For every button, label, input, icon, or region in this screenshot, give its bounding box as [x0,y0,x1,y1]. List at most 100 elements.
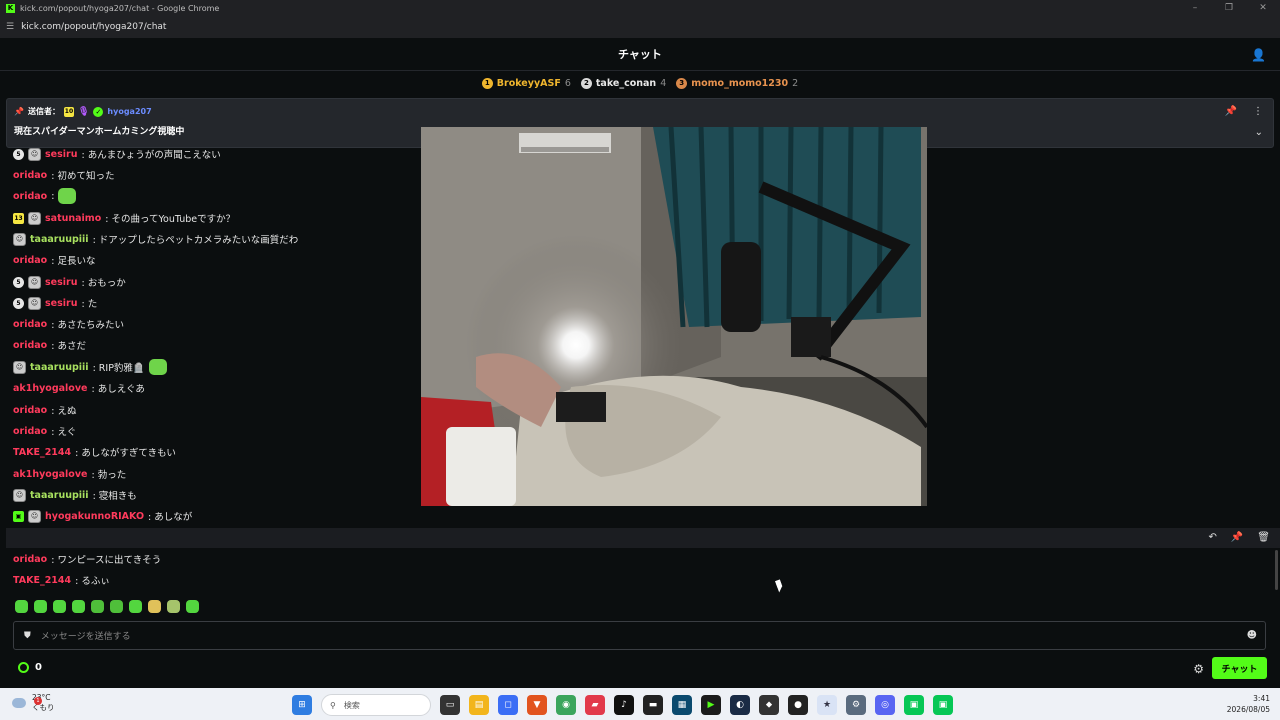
chat-message[interactable]: oridao: 足長いな [13,251,95,269]
taskbar-clock[interactable]: 3:41 2026/08/05 [1227,693,1270,715]
message-input[interactable]: ⛊ メッセージを送信する ☻ [13,621,1266,650]
chat-username[interactable]: oridao [13,554,47,565]
chat-message[interactable]: 5 ☺ sesiru: おもっか [13,273,126,291]
file-explorer-icon[interactable]: ▤ [469,695,489,715]
send-chat-button[interactable]: チャット [1212,657,1267,679]
more-options-icon[interactable]: ⋮ [1253,106,1263,117]
chat-username[interactable]: TAKE_2144 [13,447,71,458]
message-input-placeholder[interactable]: メッセージを送信する [41,629,131,642]
chat-username[interactable]: oridao [13,191,47,202]
line-active-icon[interactable]: ▣ [933,695,953,715]
chat-username[interactable]: hyogakunnoRIAKO [45,511,144,522]
app-dark-icon[interactable]: ⬥ [759,695,779,715]
quick-emote-icon[interactable] [148,600,161,613]
chat-username[interactable]: oridao [13,426,47,437]
chat-username[interactable]: sesiru [45,277,77,288]
app-blue-icon[interactable]: ▦ [672,695,692,715]
stream-video[interactable] [421,127,927,506]
chat-message[interactable]: TAKE_2144: あしながすぎてきもい [13,443,176,461]
chat-message[interactable]: TAKE_2144: るふぃ [13,571,110,589]
chat-message[interactable]: ☺ taaaruupiii: RIP豹雅🪦 [13,358,167,376]
chat-username[interactable]: TAKE_2144 [13,575,71,586]
unpin-icon[interactable]: 📌 [1225,106,1237,117]
quick-emote-icon[interactable] [53,600,66,613]
chat-message[interactable]: oridao: あさたちみたい [13,315,124,333]
chat-message[interactable]: oridao: 初めて知った [13,166,114,184]
star-app-icon[interactable]: ★ [817,695,837,715]
minimize-button[interactable]: – [1178,0,1212,16]
taskbar-search[interactable]: ⚲ 検索 [321,694,431,716]
steam-icon[interactable]: ◐ [730,695,750,715]
delete-icon[interactable]: 🗑 [1257,532,1270,543]
chat-message[interactable]: ☺ taaaruupiii: ドアップしたらペットカメラみたいな画質だわ [13,230,298,248]
quick-emote-icon[interactable] [34,600,47,613]
leaderboard-entry[interactable]: 2 take_conan 4 [580,77,666,89]
quick-emote-icon[interactable] [15,600,28,613]
settings-gear-icon[interactable]: ⚙ [1193,662,1204,676]
chat-message[interactable]: ▣ ☺ hyogakunnoRIAKO: あしなが [13,507,192,525]
chat-message[interactable]: 13 ☺ satunaimo: その曲ってYouTubeですか？ [13,209,235,227]
weather-widget[interactable]: 1 23°C くもり [12,693,55,713]
user-list-icon[interactable]: 👤 [1251,48,1266,62]
terminal-icon[interactable]: ▬ [643,695,663,715]
chat-username[interactable]: oridao [13,340,47,351]
line-icon[interactable]: ▣ [904,695,924,715]
discord-icon[interactable]: ◎ [875,695,895,715]
chat-username[interactable]: oridao [13,255,47,266]
chat-username[interactable]: taaaruupiii [30,362,89,373]
address-bar[interactable]: ☰ kick.com/popout/hyoga207/chat [0,16,1280,38]
chat-message[interactable]: ☺ taaaruupiii: 寝相きも [13,486,137,504]
quick-emote-icon[interactable] [110,600,123,613]
leaderboard-entry[interactable]: 3 momo_momo1230 2 [676,77,798,89]
pinned-username[interactable]: hyoga207 [107,107,151,116]
leaderboard-username[interactable]: BrokeyyASF [497,78,561,89]
chat-message[interactable]: 5 ☺ sesiru: た [13,294,97,312]
pin-message-icon[interactable]: 📌 [1231,532,1243,543]
chat-username[interactable]: taaaruupiii [30,490,89,501]
quick-emote-icon[interactable] [129,600,142,613]
chat-message[interactable]: oridao: えぬ [13,401,76,419]
chat-username[interactable]: ak1hyogalove [13,469,87,480]
chrome-icon[interactable]: ◉ [556,695,576,715]
chat-username[interactable]: oridao [13,405,47,416]
chevron-down-icon[interactable]: ⌄ [1255,127,1263,138]
chat-username[interactable]: ak1hyogalove [13,383,87,394]
obs-icon[interactable]: ● [788,695,808,715]
kick-app-icon[interactable]: ▶ [701,695,721,715]
chat-message[interactable]: oridao: あさだ [13,336,86,354]
tiktok-icon[interactable]: ♪ [614,695,634,715]
close-button[interactable]: ✕ [1246,0,1280,16]
url-text[interactable]: kick.com/popout/hyoga207/chat [21,22,166,32]
chat-username[interactable]: oridao [13,170,47,181]
chat-message[interactable]: ak1hyogalove: 勃った [13,465,126,483]
task-view-icon[interactable]: ▭ [440,695,460,715]
quick-emote-icon[interactable] [72,600,85,613]
restore-button[interactable]: ❐ [1212,0,1246,16]
quick-emote-icon[interactable] [91,600,104,613]
reply-icon[interactable]: ↶ [1208,532,1216,543]
chat-username[interactable]: oridao [13,319,47,330]
app-red-icon[interactable]: ▰ [585,695,605,715]
brave-icon[interactable]: ▼ [527,695,547,715]
chat-message[interactable]: oridao: [13,187,77,205]
chat-username[interactable]: satunaimo [45,213,101,224]
channel-points[interactable]: 0 [18,662,42,673]
chat-message[interactable]: 5 ☺ sesiru: あんまひょうがの声聞こえない [13,145,221,163]
chat-message[interactable]: oridao: ワンピースに出てきそう [13,550,161,568]
quick-emote-icon[interactable] [186,600,199,613]
chat-username[interactable]: sesiru [45,298,77,309]
chat-username[interactable]: sesiru [45,149,77,160]
chat-username[interactable]: taaaruupiii [30,234,89,245]
quick-emote-icon[interactable] [167,600,180,613]
emoji-picker-icon[interactable]: ☻ [1247,630,1257,641]
app-icon[interactable]: ◻ [498,695,518,715]
chat-message[interactable]: oridao: えぐ [13,422,76,440]
settings-app-icon[interactable]: ⚙ [846,695,866,715]
start-button-icon[interactable]: ⊞ [292,695,312,715]
leaderboard-username[interactable]: take_conan [596,78,656,89]
leaderboard-username[interactable]: momo_momo1230 [691,78,788,89]
chat-message[interactable]: ak1hyogalove: あしえぐあ [13,379,145,397]
scrollbar[interactable] [1275,550,1278,590]
site-settings-icon[interactable]: ☰ [6,22,14,32]
leaderboard-entry[interactable]: 1 BrokeyyASF 6 [481,77,571,89]
